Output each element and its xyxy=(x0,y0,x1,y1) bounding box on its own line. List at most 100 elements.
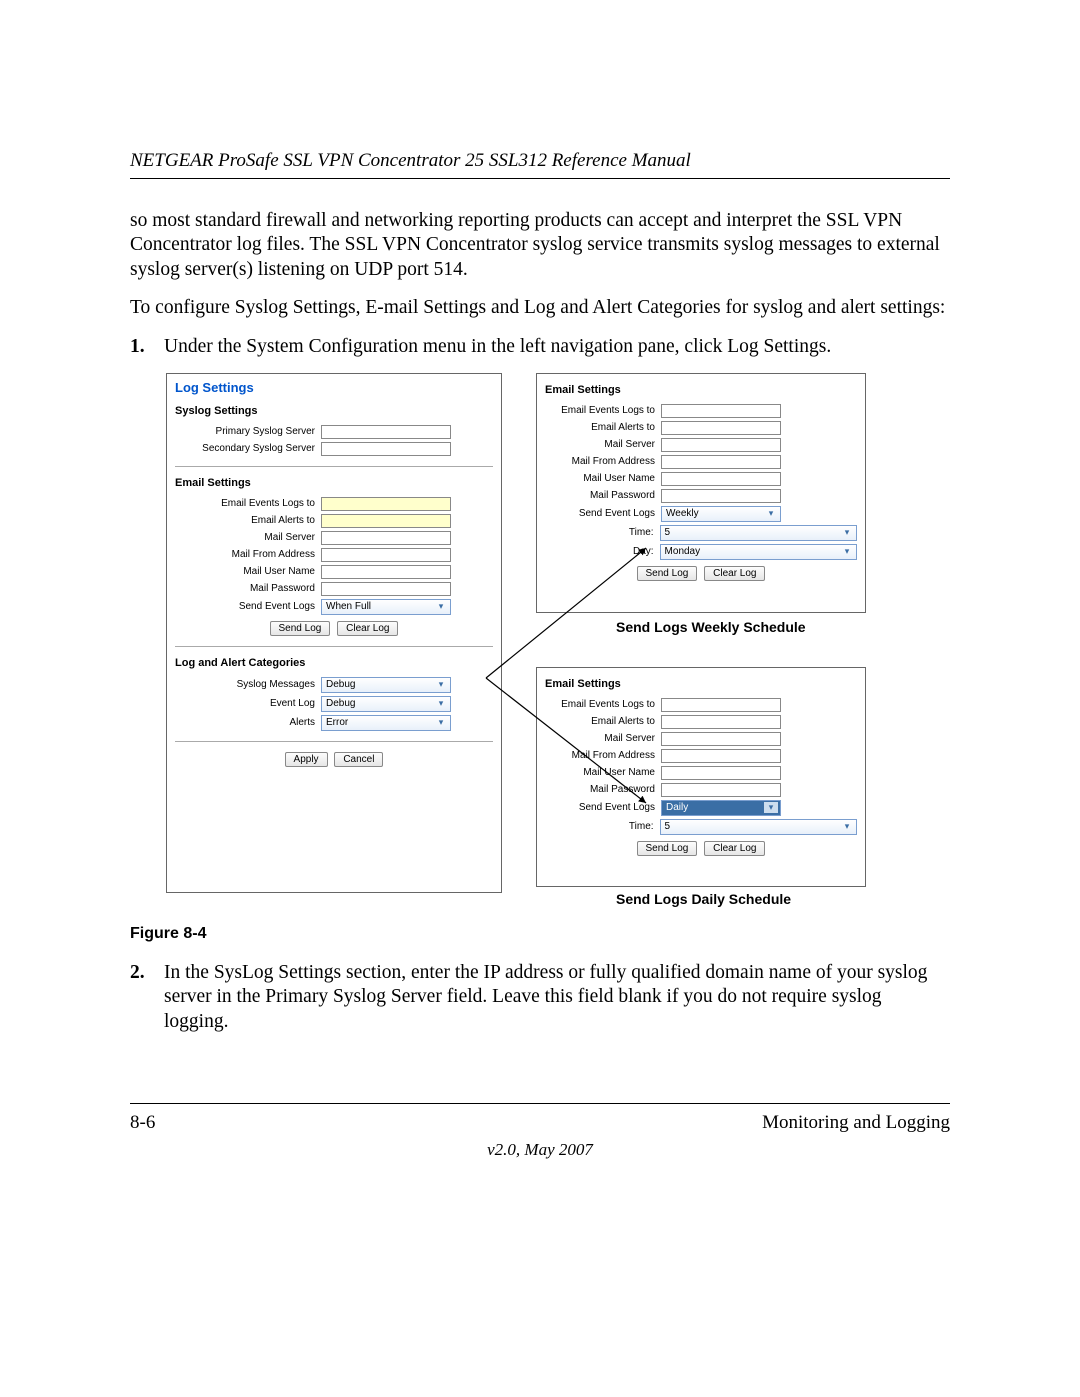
weekly-send-event-value: Weekly xyxy=(666,508,699,519)
weekly-send-event-label: Send Event Logs xyxy=(545,508,661,519)
step-1-text: Under the System Configuration menu in t… xyxy=(164,335,950,359)
send-event-logs-value: When Full xyxy=(326,601,371,612)
mail-user-label: Mail User Name xyxy=(175,566,321,577)
daily-clear-log-button[interactable]: Clear Log xyxy=(704,841,765,856)
chevron-down-icon: ▾ xyxy=(434,601,448,612)
step-1: 1. Under the System Configuration menu i… xyxy=(130,335,950,359)
chevron-down-icon: ▾ xyxy=(840,527,854,538)
primary-syslog-input[interactable] xyxy=(321,425,451,439)
daily-send-event-label: Send Event Logs xyxy=(545,802,661,813)
daily-mail-from-label: Mail From Address xyxy=(545,750,661,761)
alerts-label: Alerts xyxy=(175,717,321,728)
daily-mail-pass-input[interactable] xyxy=(661,783,781,797)
mail-pass-input[interactable] xyxy=(321,582,451,596)
email-alerts-input[interactable] xyxy=(321,514,451,528)
log-settings-panel: Log Settings Syslog Settings Primary Sys… xyxy=(166,373,502,893)
daily-mail-server-input[interactable] xyxy=(661,732,781,746)
chevron-down-icon: ▾ xyxy=(840,546,854,557)
email-events-input[interactable] xyxy=(321,497,451,511)
weekly-mail-pass-label: Mail Password xyxy=(545,490,661,501)
weekly-time-select[interactable]: 5 ▾ xyxy=(660,525,857,541)
daily-mail-from-input[interactable] xyxy=(661,749,781,763)
weekly-day-label: Day: xyxy=(545,546,660,557)
divider xyxy=(175,466,493,467)
daily-caption: Send Logs Daily Schedule xyxy=(616,891,791,907)
syslog-settings-heading: Syslog Settings xyxy=(175,405,493,417)
weekly-caption: Send Logs Weekly Schedule xyxy=(616,619,806,635)
weekly-day-select[interactable]: Monday ▾ xyxy=(660,544,857,560)
step-2-num: 2. xyxy=(130,961,164,1034)
daily-mail-pass-label: Mail Password xyxy=(545,784,661,795)
daily-panel: Email Settings Email Events Logs to Emai… xyxy=(536,667,866,887)
mail-user-input[interactable] xyxy=(321,565,451,579)
cancel-button[interactable]: Cancel xyxy=(334,752,383,767)
event-log-label: Event Log xyxy=(175,698,321,709)
email-settings-heading: Email Settings xyxy=(175,477,493,489)
footer-rule xyxy=(130,1103,950,1104)
send-event-logs-label: Send Event Logs xyxy=(175,601,321,612)
chevron-down-icon: ▾ xyxy=(434,679,448,690)
daily-time-select[interactable]: 5 ▾ xyxy=(660,819,857,835)
weekly-mail-server-input[interactable] xyxy=(661,438,781,452)
send-log-button[interactable]: Send Log xyxy=(270,621,331,636)
send-event-logs-select[interactable]: When Full ▾ xyxy=(321,599,451,615)
chevron-down-icon: ▾ xyxy=(840,821,854,832)
step-2: 2. In the SysLog Settings section, enter… xyxy=(130,961,950,1034)
syslog-messages-select[interactable]: Debug ▾ xyxy=(321,677,451,693)
figure-8-4: Log Settings Syslog Settings Primary Sys… xyxy=(166,373,866,913)
mail-from-label: Mail From Address xyxy=(175,549,321,560)
weekly-email-alerts-label: Email Alerts to xyxy=(545,422,661,433)
section-name: Monitoring and Logging xyxy=(762,1112,950,1134)
daily-time-value: 5 xyxy=(665,821,671,832)
event-log-select[interactable]: Debug ▾ xyxy=(321,696,451,712)
chevron-down-icon: ▾ xyxy=(434,698,448,709)
weekly-mail-user-label: Mail User Name xyxy=(545,473,661,484)
secondary-syslog-label: Secondary Syslog Server xyxy=(175,443,321,454)
weekly-mail-pass-input[interactable] xyxy=(661,489,781,503)
daily-send-log-button[interactable]: Send Log xyxy=(637,841,698,856)
daily-email-settings-heading: Email Settings xyxy=(545,678,857,690)
clear-log-button[interactable]: Clear Log xyxy=(337,621,398,636)
daily-mail-user-label: Mail User Name xyxy=(545,767,661,778)
daily-email-events-input[interactable] xyxy=(661,698,781,712)
daily-email-alerts-label: Email Alerts to xyxy=(545,716,661,727)
log-alert-categories-heading: Log and Alert Categories xyxy=(175,657,493,669)
weekly-send-log-button[interactable]: Send Log xyxy=(637,566,698,581)
mail-server-label: Mail Server xyxy=(175,532,321,543)
daily-send-event-select[interactable]: Daily ▾ xyxy=(661,800,781,816)
weekly-email-events-input[interactable] xyxy=(661,404,781,418)
secondary-syslog-input[interactable] xyxy=(321,442,451,456)
daily-mail-user-input[interactable] xyxy=(661,766,781,780)
divider xyxy=(175,741,493,742)
email-alerts-label: Email Alerts to xyxy=(175,515,321,526)
mail-pass-label: Mail Password xyxy=(175,583,321,594)
weekly-time-label: Time: xyxy=(545,527,660,538)
manual-title: NETGEAR ProSafe SSL VPN Concentrator 25 … xyxy=(130,150,950,172)
daily-email-events-label: Email Events Logs to xyxy=(545,699,661,710)
weekly-mail-from-input[interactable] xyxy=(661,455,781,469)
daily-email-alerts-input[interactable] xyxy=(661,715,781,729)
mail-from-input[interactable] xyxy=(321,548,451,562)
weekly-mail-user-input[interactable] xyxy=(661,472,781,486)
daily-mail-server-label: Mail Server xyxy=(545,733,661,744)
weekly-time-value: 5 xyxy=(665,527,671,538)
footer: 8-6 Monitoring and Logging xyxy=(130,1112,950,1134)
primary-syslog-label: Primary Syslog Server xyxy=(175,426,321,437)
mail-server-input[interactable] xyxy=(321,531,451,545)
step-1-num: 1. xyxy=(130,335,164,359)
alerts-value: Error xyxy=(326,717,348,728)
weekly-send-event-select[interactable]: Weekly ▾ xyxy=(661,506,781,522)
event-log-value: Debug xyxy=(326,698,355,709)
version-line: v2.0, May 2007 xyxy=(130,1140,950,1160)
divider xyxy=(175,646,493,647)
syslog-messages-value: Debug xyxy=(326,679,355,690)
page: NETGEAR ProSafe SSL VPN Concentrator 25 … xyxy=(0,0,1080,1397)
daily-time-label: Time: xyxy=(545,821,660,832)
alerts-select[interactable]: Error ▾ xyxy=(321,715,451,731)
para-2: To configure Syslog Settings, E-mail Set… xyxy=(130,296,950,320)
page-number: 8-6 xyxy=(130,1112,155,1134)
log-settings-title: Log Settings xyxy=(175,380,493,395)
weekly-clear-log-button[interactable]: Clear Log xyxy=(704,566,765,581)
weekly-email-alerts-input[interactable] xyxy=(661,421,781,435)
apply-button[interactable]: Apply xyxy=(285,752,328,767)
